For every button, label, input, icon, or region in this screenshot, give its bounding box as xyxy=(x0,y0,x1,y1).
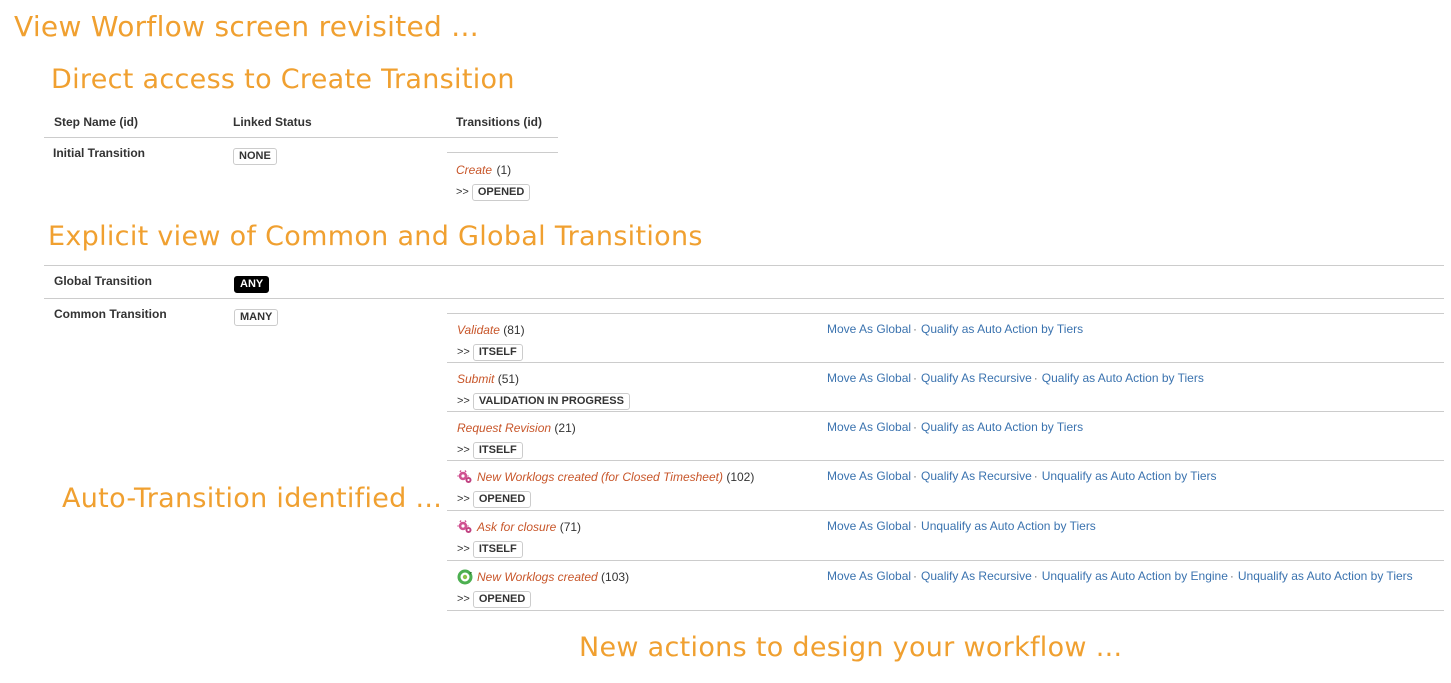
action-separator: · xyxy=(913,519,918,533)
action-link[interactable]: Unqualify as Auto Action by Tiers xyxy=(1238,569,1413,583)
transition-actions: Move As Global · Unqualify as Auto Action … xyxy=(827,519,1096,533)
status-lozenge-target: OPENED xyxy=(471,184,531,201)
main-heading: View Worflow screen revisited ... xyxy=(14,10,479,43)
global-transition-label: Global Transition xyxy=(54,274,153,288)
transition-row: New Worklogs created (for Closed Timeshe… xyxy=(447,460,1444,510)
transition-name-cell: Ask for closure (71) >> ITSELF xyxy=(457,518,581,558)
transition-row: Submit (51) >> VALIDATION IN PROGRESS Move … xyxy=(447,362,1444,411)
status-lozenge-many: MANY xyxy=(234,309,279,326)
action-separator: · xyxy=(1033,569,1038,583)
explicit-view-heading: Explicit view of Common and Global Trans… xyxy=(48,221,703,252)
action-separator: · xyxy=(1033,371,1038,385)
transition-id: (103) xyxy=(597,570,630,584)
status-lozenge-target: OPENED xyxy=(472,591,532,608)
direct-access-heading: Direct access to Create Transition xyxy=(51,64,515,95)
transition-row: Ask for closure (71) >> ITSELF Move As Glob… xyxy=(447,510,1444,560)
status-lozenge-none: NONE xyxy=(233,148,277,165)
new-actions-heading: New actions to design your workflow ... xyxy=(579,632,1123,663)
transition-row: Validate (81) >> ITSELF Move As Global · Qual… xyxy=(447,313,1444,362)
common-status-cell: MANY xyxy=(234,307,279,326)
action-link[interactable]: Unqualify as Auto Action by Tiers xyxy=(921,519,1096,533)
transition-name-cell: Validate (81) >> ITSELF xyxy=(457,321,525,361)
target-arrow: >> xyxy=(457,444,470,456)
status-lozenge-target: OPENED xyxy=(472,491,532,508)
initial-status-cell: NONE xyxy=(233,146,277,165)
action-link[interactable]: Qualify As Recursive xyxy=(921,371,1032,385)
transition-name-link[interactable]: Submit xyxy=(457,372,494,386)
global-row-bottom-divider xyxy=(44,298,1444,299)
action-link[interactable]: Move As Global xyxy=(827,469,911,483)
action-link[interactable]: Qualify as Auto Action by Tiers xyxy=(921,420,1083,434)
action-separator: · xyxy=(913,371,918,385)
transition-id: (21) xyxy=(551,421,576,435)
action-separator: · xyxy=(913,322,918,336)
initial-transition-label: Initial Transition xyxy=(53,146,146,160)
action-link[interactable]: Qualify as Auto Action by Tiers xyxy=(921,322,1083,336)
transition-name-cell: Submit (51) >> VALIDATION IN PROGRESS xyxy=(457,370,630,410)
action-link[interactable]: Move As Global xyxy=(827,420,911,434)
transition-actions: Move As Global · Qualify As Recursive · Unqu… xyxy=(827,469,1217,483)
tiers-auto-icon xyxy=(457,469,473,485)
action-link[interactable]: Move As Global xyxy=(827,371,911,385)
transition-name-link[interactable]: Request Revision xyxy=(457,421,551,435)
common-transition-label: Common Transition xyxy=(54,307,167,321)
transition-actions: Move As Global · Qualify as Auto Action by… xyxy=(827,322,1083,336)
global-row-top-divider xyxy=(44,265,1444,266)
create-transition-link[interactable]: Create xyxy=(456,163,492,177)
transition-name-cell: New Worklogs created (103) >> OPENED xyxy=(457,568,629,608)
column-header-transitions: Transitions (id) xyxy=(456,115,543,129)
action-separator: · xyxy=(1229,569,1234,583)
auto-transition-heading: Auto-Transition identified ... xyxy=(62,483,443,514)
transition-id: (81) xyxy=(499,323,525,337)
transition-row-divider xyxy=(447,610,1444,611)
transition-name-link[interactable]: Validate xyxy=(457,323,500,337)
column-header-linked-status: Linked Status xyxy=(233,115,312,129)
transition-name-cell: New Worklogs created (for Closed Timeshe… xyxy=(457,468,754,508)
action-link[interactable]: Move As Global xyxy=(827,322,911,336)
column-header-step-name: Step Name (id) xyxy=(54,115,139,129)
target-arrow: >> xyxy=(457,493,470,505)
transition-name-link[interactable]: Ask for closure xyxy=(477,520,556,534)
status-lozenge-target: ITSELF xyxy=(472,541,523,558)
status-lozenge-any: ANY xyxy=(234,276,270,293)
transition-name-cell: Request Revision (21) >> ITSELF xyxy=(457,419,576,459)
transition-row: New Worklogs created (103) >> OPENED Move A… xyxy=(447,560,1444,610)
action-separator: · xyxy=(1033,469,1038,483)
status-lozenge-target: ITSELF xyxy=(472,344,523,361)
target-arrow: >> xyxy=(457,395,470,407)
initial-transition-divider xyxy=(447,152,558,153)
header-divider xyxy=(44,137,558,138)
status-lozenge-target: VALIDATION IN PROGRESS xyxy=(472,393,630,410)
transition-id: (51) xyxy=(494,372,520,386)
transition-id: (1) xyxy=(496,163,512,177)
action-link[interactable]: Qualify As Recursive xyxy=(921,569,1032,583)
transition-actions: Move As Global · Qualify As Recursive · Unqu… xyxy=(827,569,1413,583)
target-arrow: >> xyxy=(456,186,469,198)
transition-id: (71) xyxy=(556,520,582,534)
action-link[interactable]: Move As Global xyxy=(827,519,911,533)
create-transition: Create (1) >> OPENED xyxy=(456,161,531,201)
status-lozenge-target: ITSELF xyxy=(472,442,523,459)
transition-actions: Move As Global · Qualify as Auto Action by… xyxy=(827,420,1083,434)
target-arrow: >> xyxy=(457,543,470,555)
transition-id: (102) xyxy=(722,470,755,484)
action-link[interactable]: Unqualify as Auto Action by Engine xyxy=(1042,569,1228,583)
transition-name-link[interactable]: New Worklogs created xyxy=(477,570,598,584)
engine-auto-icon xyxy=(457,569,473,585)
transition-actions: Move As Global · Qualify As Recursive · Qual… xyxy=(827,371,1204,385)
action-link[interactable]: Qualify as Auto Action by Tiers xyxy=(1042,371,1204,385)
action-link[interactable]: Qualify As Recursive xyxy=(921,469,1032,483)
transition-name-link[interactable]: New Worklogs created (for Closed Timeshe… xyxy=(477,470,723,484)
global-status-cell: ANY xyxy=(234,274,270,293)
action-link[interactable]: Move As Global xyxy=(827,569,911,583)
transition-row: Request Revision (21) >> ITSELF Move As Glo… xyxy=(447,411,1444,460)
tiers-auto-icon xyxy=(457,519,473,535)
action-separator: · xyxy=(913,569,918,583)
action-separator: · xyxy=(913,420,918,434)
action-link[interactable]: Unqualify as Auto Action by Tiers xyxy=(1042,469,1217,483)
target-arrow: >> xyxy=(457,593,470,605)
target-arrow: >> xyxy=(457,346,470,358)
action-separator: · xyxy=(913,469,918,483)
